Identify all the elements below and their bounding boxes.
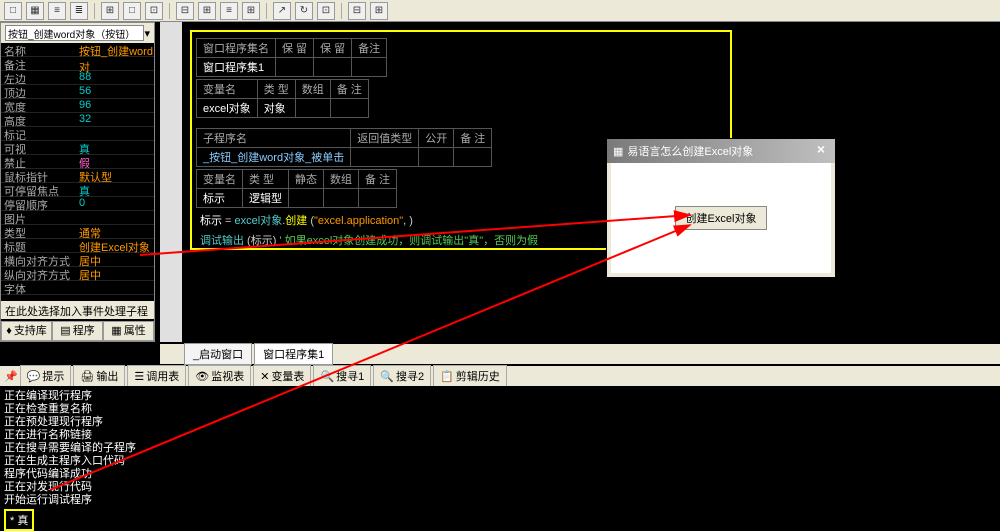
output-toolbar: 📌 💬提示 🖨输出 ☰调用表 👁监视表 ✕变量表 🔍搜寻1 🔍搜寻2 📋剪辑历史 (0, 366, 1000, 386)
output-line: 正在搜寻需要编译的子程序 (4, 442, 996, 455)
prop-value[interactable]: 通常 (76, 225, 154, 238)
prop-key: 类型 (1, 225, 76, 238)
prop-key: 名称 (1, 43, 76, 56)
output-line: 正在预处理现行程序 (4, 416, 996, 429)
output-pane[interactable]: 正在编译现行程序正在检查重复名称正在预处理现行程序正在进行名称链接正在搜寻需要编… (0, 386, 1000, 530)
out-tab-search2[interactable]: 🔍搜寻2 (373, 365, 431, 387)
prop-key: 顶边 (1, 85, 76, 98)
tool-btn[interactable]: ↗ (273, 2, 291, 20)
close-icon[interactable]: × (811, 141, 831, 159)
prop-key: 高度 (1, 113, 76, 126)
out-tab-output[interactable]: 🖨输出 (73, 365, 125, 387)
tool-btn[interactable]: ↻ (295, 2, 313, 20)
event-hint: 在此处选择加入事件处理子程序 (1, 301, 154, 319)
out-tab-tips[interactable]: 💬提示 (20, 365, 72, 387)
prop-value[interactable] (76, 211, 154, 224)
prop-key: 图片 (1, 211, 76, 224)
create-excel-button[interactable]: 创建Excel对象 (675, 206, 768, 230)
prop-key: 纵向对齐方式 (1, 267, 76, 280)
prop-value[interactable]: 88 (76, 71, 154, 84)
program-tab[interactable]: ▤程序 (52, 321, 103, 341)
prop-key: 可视 (1, 141, 76, 154)
property-tab[interactable]: ▦属性 (103, 321, 154, 341)
out-tab-vars[interactable]: ✕变量表 (253, 365, 311, 387)
tool-btn[interactable]: ▦ (26, 2, 44, 20)
dialog-title: 易语言怎么创建Excel对象 (627, 143, 753, 159)
prop-key: 标题 (1, 239, 76, 252)
prop-key: 字体 (1, 281, 76, 294)
tool-btn[interactable]: ⊡ (317, 2, 335, 20)
prop-value[interactable]: 假 (76, 155, 154, 168)
tool-btn[interactable]: ⊞ (242, 2, 260, 20)
prop-key: 标记 (1, 127, 76, 140)
output-line: 正在生成主程序入口代码 (4, 455, 996, 468)
prop-value[interactable]: 按钮_创建word对 (76, 43, 154, 56)
prop-value[interactable] (76, 127, 154, 140)
tool-btn[interactable]: ≡ (48, 2, 66, 20)
debug-result: * 真 (4, 509, 34, 531)
object-dropdown[interactable]: 按钮_创建word对象（按钮） (5, 25, 144, 41)
prop-key: 横向对齐方式 (1, 253, 76, 266)
tool-btn[interactable]: ⊞ (198, 2, 216, 20)
tool-btn[interactable]: ⊟ (176, 2, 194, 20)
prop-key: 宽度 (1, 99, 76, 112)
tool-btn[interactable]: □ (4, 2, 22, 20)
prop-value[interactable]: 真 (76, 183, 154, 196)
prop-key: 禁止 (1, 155, 76, 168)
tool-btn[interactable]: ⊞ (101, 2, 119, 20)
prop-value[interactable] (76, 57, 154, 70)
output-line: 开始运行调试程序 (4, 494, 996, 507)
code-editor[interactable]: 窗口程序集名保 留保 留备注 窗口程序集1 变量名类 型数组备 注 excel对… (160, 22, 1000, 342)
prop-value[interactable]: 32 (76, 113, 154, 126)
tool-btn[interactable]: ≣ (70, 2, 88, 20)
prop-key: 备注 (1, 57, 76, 70)
prop-value[interactable]: 真 (76, 141, 154, 154)
out-tab-watch[interactable]: 👁监视表 (188, 365, 251, 387)
out-tab-calls[interactable]: ☰调用表 (127, 365, 186, 387)
prop-value[interactable]: 96 (76, 99, 154, 112)
prop-value[interactable]: 0 (76, 197, 154, 210)
output-line: 程序代码编译成功 (4, 468, 996, 481)
prop-key: 可停留焦点 (1, 183, 76, 196)
output-line: 正在编译现行程序 (4, 390, 996, 403)
tool-btn[interactable]: ≡ (220, 2, 238, 20)
property-pane: 按钮_创建word对象（按钮） ▾ 名称按钮_创建word对备注左边88顶边56… (0, 22, 155, 342)
prop-value[interactable] (76, 281, 154, 294)
out-tab-clip[interactable]: 📋剪辑历史 (433, 365, 507, 387)
pin-icon[interactable]: 📌 (4, 370, 18, 383)
prop-value[interactable]: 居中 (76, 253, 154, 266)
tab-window-set[interactable]: 窗口程序集1 (254, 343, 333, 365)
output-line: 正在进行名称链接 (4, 429, 996, 442)
gutter (160, 22, 182, 342)
tool-btn[interactable]: □ (123, 2, 141, 20)
runtime-dialog: ▦ 易语言怎么创建Excel对象 × 创建Excel对象 (606, 138, 836, 278)
prop-value[interactable]: 创建Excel对象 (76, 239, 154, 252)
tool-btn[interactable]: ⊞ (370, 2, 388, 20)
tab-start-window[interactable]: _启动窗口 (184, 343, 252, 365)
support-lib-tab[interactable]: ♦支持库 (1, 321, 52, 341)
prop-key: 停留顺序 (1, 197, 76, 210)
prop-key: 鼠标指针 (1, 169, 76, 182)
tool-btn[interactable]: ⊡ (145, 2, 163, 20)
output-line: 正在检查重复名称 (4, 403, 996, 416)
prop-value[interactable]: 居中 (76, 267, 154, 280)
main-toolbar: □ ▦ ≡ ≣ ⊞ □ ⊡ ⊟ ⊞ ≡ ⊞ ↗ ↻ ⊡ ⊟ ⊞ (0, 0, 1000, 22)
output-line: 正在对发现行代码 (4, 481, 996, 494)
prop-value[interactable]: 56 (76, 85, 154, 98)
tool-btn[interactable]: ⊟ (348, 2, 366, 20)
prop-value[interactable]: 默认型 (76, 169, 154, 182)
app-icon: ▦ (613, 145, 623, 158)
out-tab-search1[interactable]: 🔍搜寻1 (313, 365, 371, 387)
editor-tabs: _启动窗口 窗口程序集1 (160, 344, 1000, 364)
prop-key: 左边 (1, 71, 76, 84)
